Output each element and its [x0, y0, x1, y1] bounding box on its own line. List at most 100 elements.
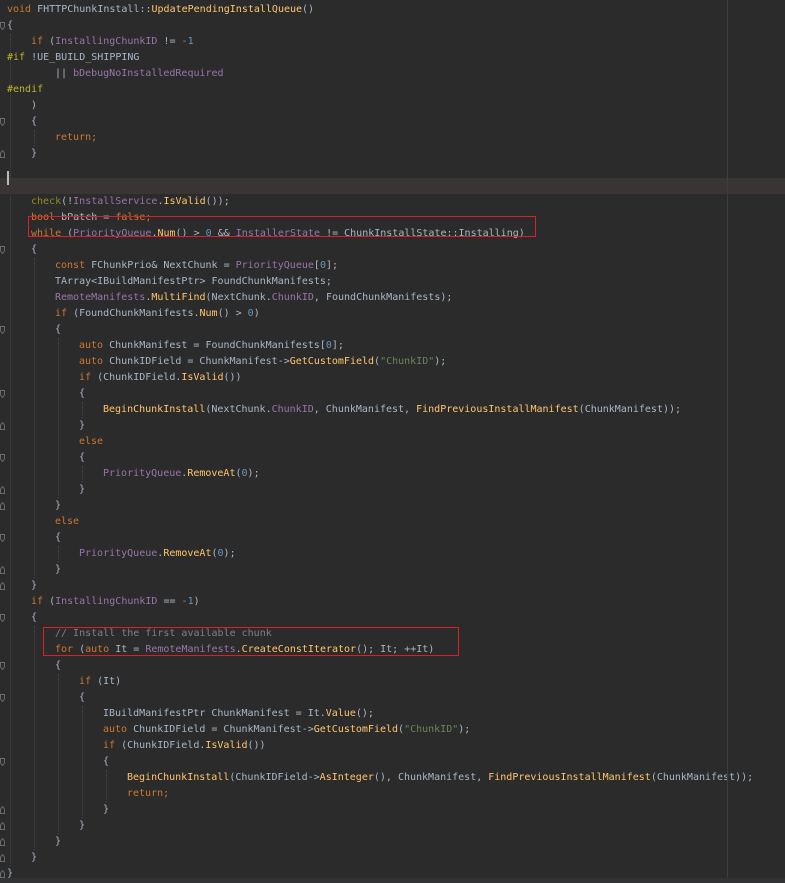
code-line[interactable]: )	[0, 98, 785, 114]
code-line[interactable]: if (It)	[0, 674, 785, 690]
code-text[interactable]: const FChunkPrio& NextChunk = PriorityQu…	[55, 258, 338, 274]
code-text[interactable]: if (InstallingChunkID == -1)	[31, 594, 200, 610]
code-line[interactable]: return;	[0, 786, 785, 802]
code-line[interactable]: auto ChunkManifest = FoundChunkManifests…	[0, 338, 785, 354]
code-line[interactable]: for (auto It = RemoteManifests.CreateCon…	[0, 642, 785, 658]
code-line[interactable]: PriorityQueue.RemoveAt(0);	[0, 466, 785, 482]
code-text[interactable]: }	[55, 834, 61, 850]
code-line[interactable]: else	[0, 434, 785, 450]
fold-close-icon[interactable]	[0, 582, 5, 590]
fold-close-icon[interactable]	[0, 838, 5, 846]
code-text[interactable]: PriorityQueue.RemoveAt(0);	[79, 546, 236, 562]
code-text[interactable]: TArray<IBuildManifestPtr> FoundChunkMani…	[55, 274, 332, 290]
code-text[interactable]: {	[7, 18, 13, 34]
code-text[interactable]: else	[79, 434, 103, 450]
code-line[interactable]: }	[0, 850, 785, 866]
code-line[interactable]: IBuildManifestPtr ChunkManifest = It.Val…	[0, 706, 785, 722]
code-line[interactable]: #if !UE_BUILD_SHIPPING	[0, 50, 785, 66]
code-text[interactable]: {	[31, 610, 37, 626]
code-line[interactable]: if (FoundChunkManifests.Num() > 0)	[0, 306, 785, 322]
code-text[interactable]: }	[103, 802, 109, 818]
code-line[interactable]: {	[0, 18, 785, 34]
code-text[interactable]: {	[55, 322, 61, 338]
code-line[interactable]: }	[0, 562, 785, 578]
code-text[interactable]: {	[31, 114, 37, 130]
code-text[interactable]: RemoteManifests.MultiFind(NextChunk.Chun…	[55, 290, 452, 306]
code-line[interactable]: {	[0, 658, 785, 674]
code-line[interactable]: TArray<IBuildManifestPtr> FoundChunkMani…	[0, 274, 785, 290]
code-text[interactable]: void FHTTPChunkInstall::UpdatePendingIns…	[7, 2, 314, 18]
code-line[interactable]: // Install the first available chunk	[0, 626, 785, 642]
fold-open-icon[interactable]	[0, 534, 5, 542]
code-text[interactable]: {	[79, 386, 85, 402]
code-line[interactable]: }	[0, 146, 785, 162]
code-line[interactable]: {	[0, 242, 785, 258]
code-text[interactable]: if (InstallingChunkID != -1	[31, 34, 194, 50]
code-line[interactable]: if (InstallingChunkID == -1)	[0, 594, 785, 610]
code-line[interactable]: }	[0, 818, 785, 834]
code-text[interactable]: while (PriorityQueue.Num() > 0 && Instal…	[31, 226, 525, 242]
code-line[interactable]: auto ChunkIDField = ChunkManifest->GetCu…	[0, 722, 785, 738]
code-text[interactable]: if (FoundChunkManifests.Num() > 0)	[55, 306, 260, 322]
code-line[interactable]: {	[0, 690, 785, 706]
code-line[interactable]: PriorityQueue.RemoveAt(0);	[0, 546, 785, 562]
code-line[interactable]	[0, 178, 785, 194]
code-line[interactable]: if (InstallingChunkID != -1	[0, 34, 785, 50]
fold-close-icon[interactable]	[0, 806, 5, 814]
fold-open-icon[interactable]	[0, 326, 5, 334]
code-text[interactable]: for (auto It = RemoteManifests.CreateCon…	[55, 642, 434, 658]
code-text[interactable]: if (ChunkIDField.IsValid())	[79, 370, 242, 386]
fold-close-icon[interactable]	[0, 486, 5, 494]
code-line[interactable]: BeginChunkInstall(ChunkIDField->AsIntege…	[0, 770, 785, 786]
code-text[interactable]: }	[31, 146, 37, 162]
code-line[interactable]: {	[0, 450, 785, 466]
fold-open-icon[interactable]	[0, 118, 5, 126]
code-text[interactable]: {	[31, 242, 37, 258]
code-text[interactable]: return;	[55, 130, 97, 146]
fold-open-icon[interactable]	[0, 614, 5, 622]
fold-open-icon[interactable]	[0, 454, 5, 462]
code-line[interactable]: check(!InstallService.IsValid());	[0, 194, 785, 210]
fold-close-icon[interactable]	[0, 422, 5, 430]
code-text[interactable]: PriorityQueue.RemoveAt(0);	[103, 466, 260, 482]
code-text[interactable]: IBuildManifestPtr ChunkManifest = It.Val…	[103, 706, 374, 722]
code-text[interactable]: bool bPatch = false;	[31, 210, 151, 226]
code-text[interactable]: BeginChunkInstall(ChunkIDField->AsIntege…	[127, 770, 753, 786]
fold-open-icon[interactable]	[0, 758, 5, 766]
code-text[interactable]: return;	[127, 786, 169, 802]
fold-open-icon[interactable]	[0, 22, 5, 30]
code-line[interactable]: {	[0, 386, 785, 402]
code-text[interactable]: }	[55, 498, 61, 514]
code-text[interactable]: }	[79, 418, 85, 434]
code-text[interactable]: auto ChunkIDField = ChunkManifest->GetCu…	[79, 354, 446, 370]
code-text[interactable]: #endif	[7, 82, 43, 98]
fold-open-icon[interactable]	[0, 694, 5, 702]
code-text[interactable]: {	[55, 658, 61, 674]
code-line[interactable]: {	[0, 754, 785, 770]
code-line[interactable]: return;	[0, 130, 785, 146]
code-line[interactable]: BeginChunkInstall(NextChunk.ChunkID, Chu…	[0, 402, 785, 418]
code-text[interactable]: auto ChunkIDField = ChunkManifest->GetCu…	[103, 722, 470, 738]
code-text[interactable]: // Install the first available chunk	[55, 626, 272, 642]
code-text[interactable]: {	[79, 690, 85, 706]
code-line[interactable]: {	[0, 322, 785, 338]
horizontal-scrollbar[interactable]	[0, 878, 785, 883]
code-line[interactable]: }	[0, 834, 785, 850]
code-text[interactable]: BeginChunkInstall(NextChunk.ChunkID, Chu…	[103, 402, 681, 418]
code-text[interactable]: {	[79, 450, 85, 466]
code-text[interactable]: }	[31, 578, 37, 594]
fold-close-icon[interactable]	[0, 150, 5, 158]
code-text[interactable]: }	[55, 562, 61, 578]
code-line[interactable]: {	[0, 114, 785, 130]
fold-open-icon[interactable]	[0, 390, 5, 398]
code-line[interactable]: {	[0, 530, 785, 546]
code-text[interactable]: {	[103, 754, 109, 770]
code-line[interactable]: }	[0, 802, 785, 818]
code-line[interactable]: while (PriorityQueue.Num() > 0 && Instal…	[0, 226, 785, 242]
code-line[interactable]: else	[0, 514, 785, 530]
code-line[interactable]: auto ChunkIDField = ChunkManifest->GetCu…	[0, 354, 785, 370]
fold-close-icon[interactable]	[0, 566, 5, 574]
code-line[interactable]: void FHTTPChunkInstall::UpdatePendingIns…	[0, 2, 785, 18]
code-text[interactable]: if (ChunkIDField.IsValid())	[103, 738, 266, 754]
code-text[interactable]: || bDebugNoInstalledRequired	[55, 66, 224, 82]
